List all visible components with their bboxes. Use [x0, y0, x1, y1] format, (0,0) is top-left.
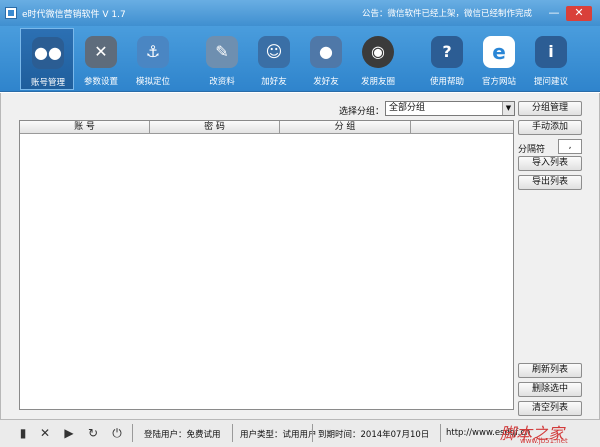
expire-text: 到期时间：2014年07月10日 [318, 430, 430, 440]
main-panel: 选择分组： 全部分组 ▼ 账 号 密 码 分 组 分组管理 手动添加 分隔符 ,… [0, 93, 600, 419]
column-header-password[interactable]: 密 码 [150, 121, 280, 134]
status-divider [312, 424, 313, 442]
tool-help[interactable]: ? 使用帮助 [420, 28, 474, 90]
tool-label: 参数设置 [83, 77, 118, 87]
title-bar: e时代微信营销软件 V 1.7 公告：微信软件已经上架，微信已经制作完成 — ✕ [0, 0, 600, 26]
refresh-list-button[interactable]: 刷新列表 [518, 363, 582, 378]
tool-add-friend[interactable]: ☺ 加好友 [247, 28, 301, 90]
minimize-button[interactable]: — [544, 6, 564, 21]
watermark-url: www.jb51.net [520, 437, 568, 445]
column-header-account[interactable]: 账 号 [20, 121, 150, 134]
export-list-button[interactable]: 导出列表 [518, 175, 582, 190]
user-type-text: 用户类型：试用用户 [240, 430, 317, 440]
group-filter-label: 选择分组： [339, 107, 385, 117]
tool-label: 官方网站 [481, 77, 516, 87]
tool-edit-profile[interactable]: ✎ 改资料 [195, 28, 249, 90]
import-list-button[interactable]: 导入列表 [518, 156, 582, 171]
app-icon [5, 7, 17, 19]
close-button[interactable]: ✕ [566, 6, 592, 21]
window-title: e时代微信营销软件 V 1.7 [22, 10, 126, 20]
table-header: 账 号 密 码 分 组 [20, 121, 513, 134]
person-icon: ☺ [258, 36, 290, 68]
group-filter-select[interactable]: 全部分组 ▼ [385, 101, 515, 116]
play-icon[interactable]: ▶ [62, 426, 76, 440]
toolbar: ●● 账号管理 ✕ 参数设置 ⚓ 模拟定位 ✎ 改资料 ☺ 加好友 ● 发好友 … [0, 26, 600, 92]
tool-account-manage[interactable]: ●● 账号管理 [20, 28, 74, 90]
tool-label: 使用帮助 [429, 77, 464, 87]
users-icon: ●● [32, 37, 64, 69]
tool-label: 账号管理 [30, 78, 65, 88]
clear-list-button[interactable]: 清空列表 [518, 401, 582, 416]
tool-label: 发朋友圈 [360, 77, 395, 87]
browser-icon: e [483, 36, 515, 68]
tool-post-moments[interactable]: ◉ 发朋友圈 [351, 28, 405, 90]
tool-label: 提问建议 [533, 77, 568, 87]
phone-icon[interactable]: ▮ [16, 426, 30, 440]
tools-icon[interactable]: ✕ [38, 426, 52, 440]
separator-label: 分隔符 [518, 145, 546, 155]
status-divider [132, 424, 133, 442]
tool-suggestion[interactable]: i 提问建议 [524, 28, 578, 90]
account-table[interactable]: 账 号 密 码 分 组 [19, 120, 514, 410]
tool-simulate-location[interactable]: ⚓ 模拟定位 [126, 28, 180, 90]
status-divider [232, 424, 233, 442]
login-user-text: 登陆用户：免费试用 [144, 430, 221, 440]
help-icon: ? [431, 36, 463, 68]
anchor-icon: ⚓ [137, 36, 169, 68]
chat-icon: ● [310, 36, 342, 68]
tools-icon: ✕ [85, 36, 117, 68]
column-header-group[interactable]: 分 组 [280, 121, 411, 134]
refresh-icon[interactable]: ↻ [86, 426, 100, 440]
tool-label: 模拟定位 [135, 77, 170, 87]
chevron-down-icon[interactable]: ▼ [502, 102, 514, 115]
group-filter-value: 全部分组 [389, 103, 426, 113]
tool-label: 改资料 [209, 77, 235, 87]
manual-add-button[interactable]: 手动添加 [518, 120, 582, 135]
tool-label: 加好友 [261, 77, 287, 87]
tool-param-settings[interactable]: ✕ 参数设置 [74, 28, 128, 90]
delete-selected-button[interactable]: 删除选中 [518, 382, 582, 397]
camera-icon: ◉ [362, 36, 394, 68]
info-icon: i [535, 36, 567, 68]
tool-official-site[interactable]: e 官方网站 [472, 28, 526, 90]
power-icon[interactable]: ⏻ [110, 426, 124, 440]
tool-label: 发好友 [313, 77, 339, 87]
group-manage-button[interactable]: 分组管理 [518, 101, 582, 116]
separator-input[interactable]: , [558, 139, 582, 154]
tool-send-friend[interactable]: ● 发好友 [299, 28, 353, 90]
status-divider [440, 424, 441, 442]
edit-note-icon: ✎ [206, 36, 238, 68]
notice-text: 公告：微信软件已经上架，微信已经制作完成 [362, 9, 533, 19]
